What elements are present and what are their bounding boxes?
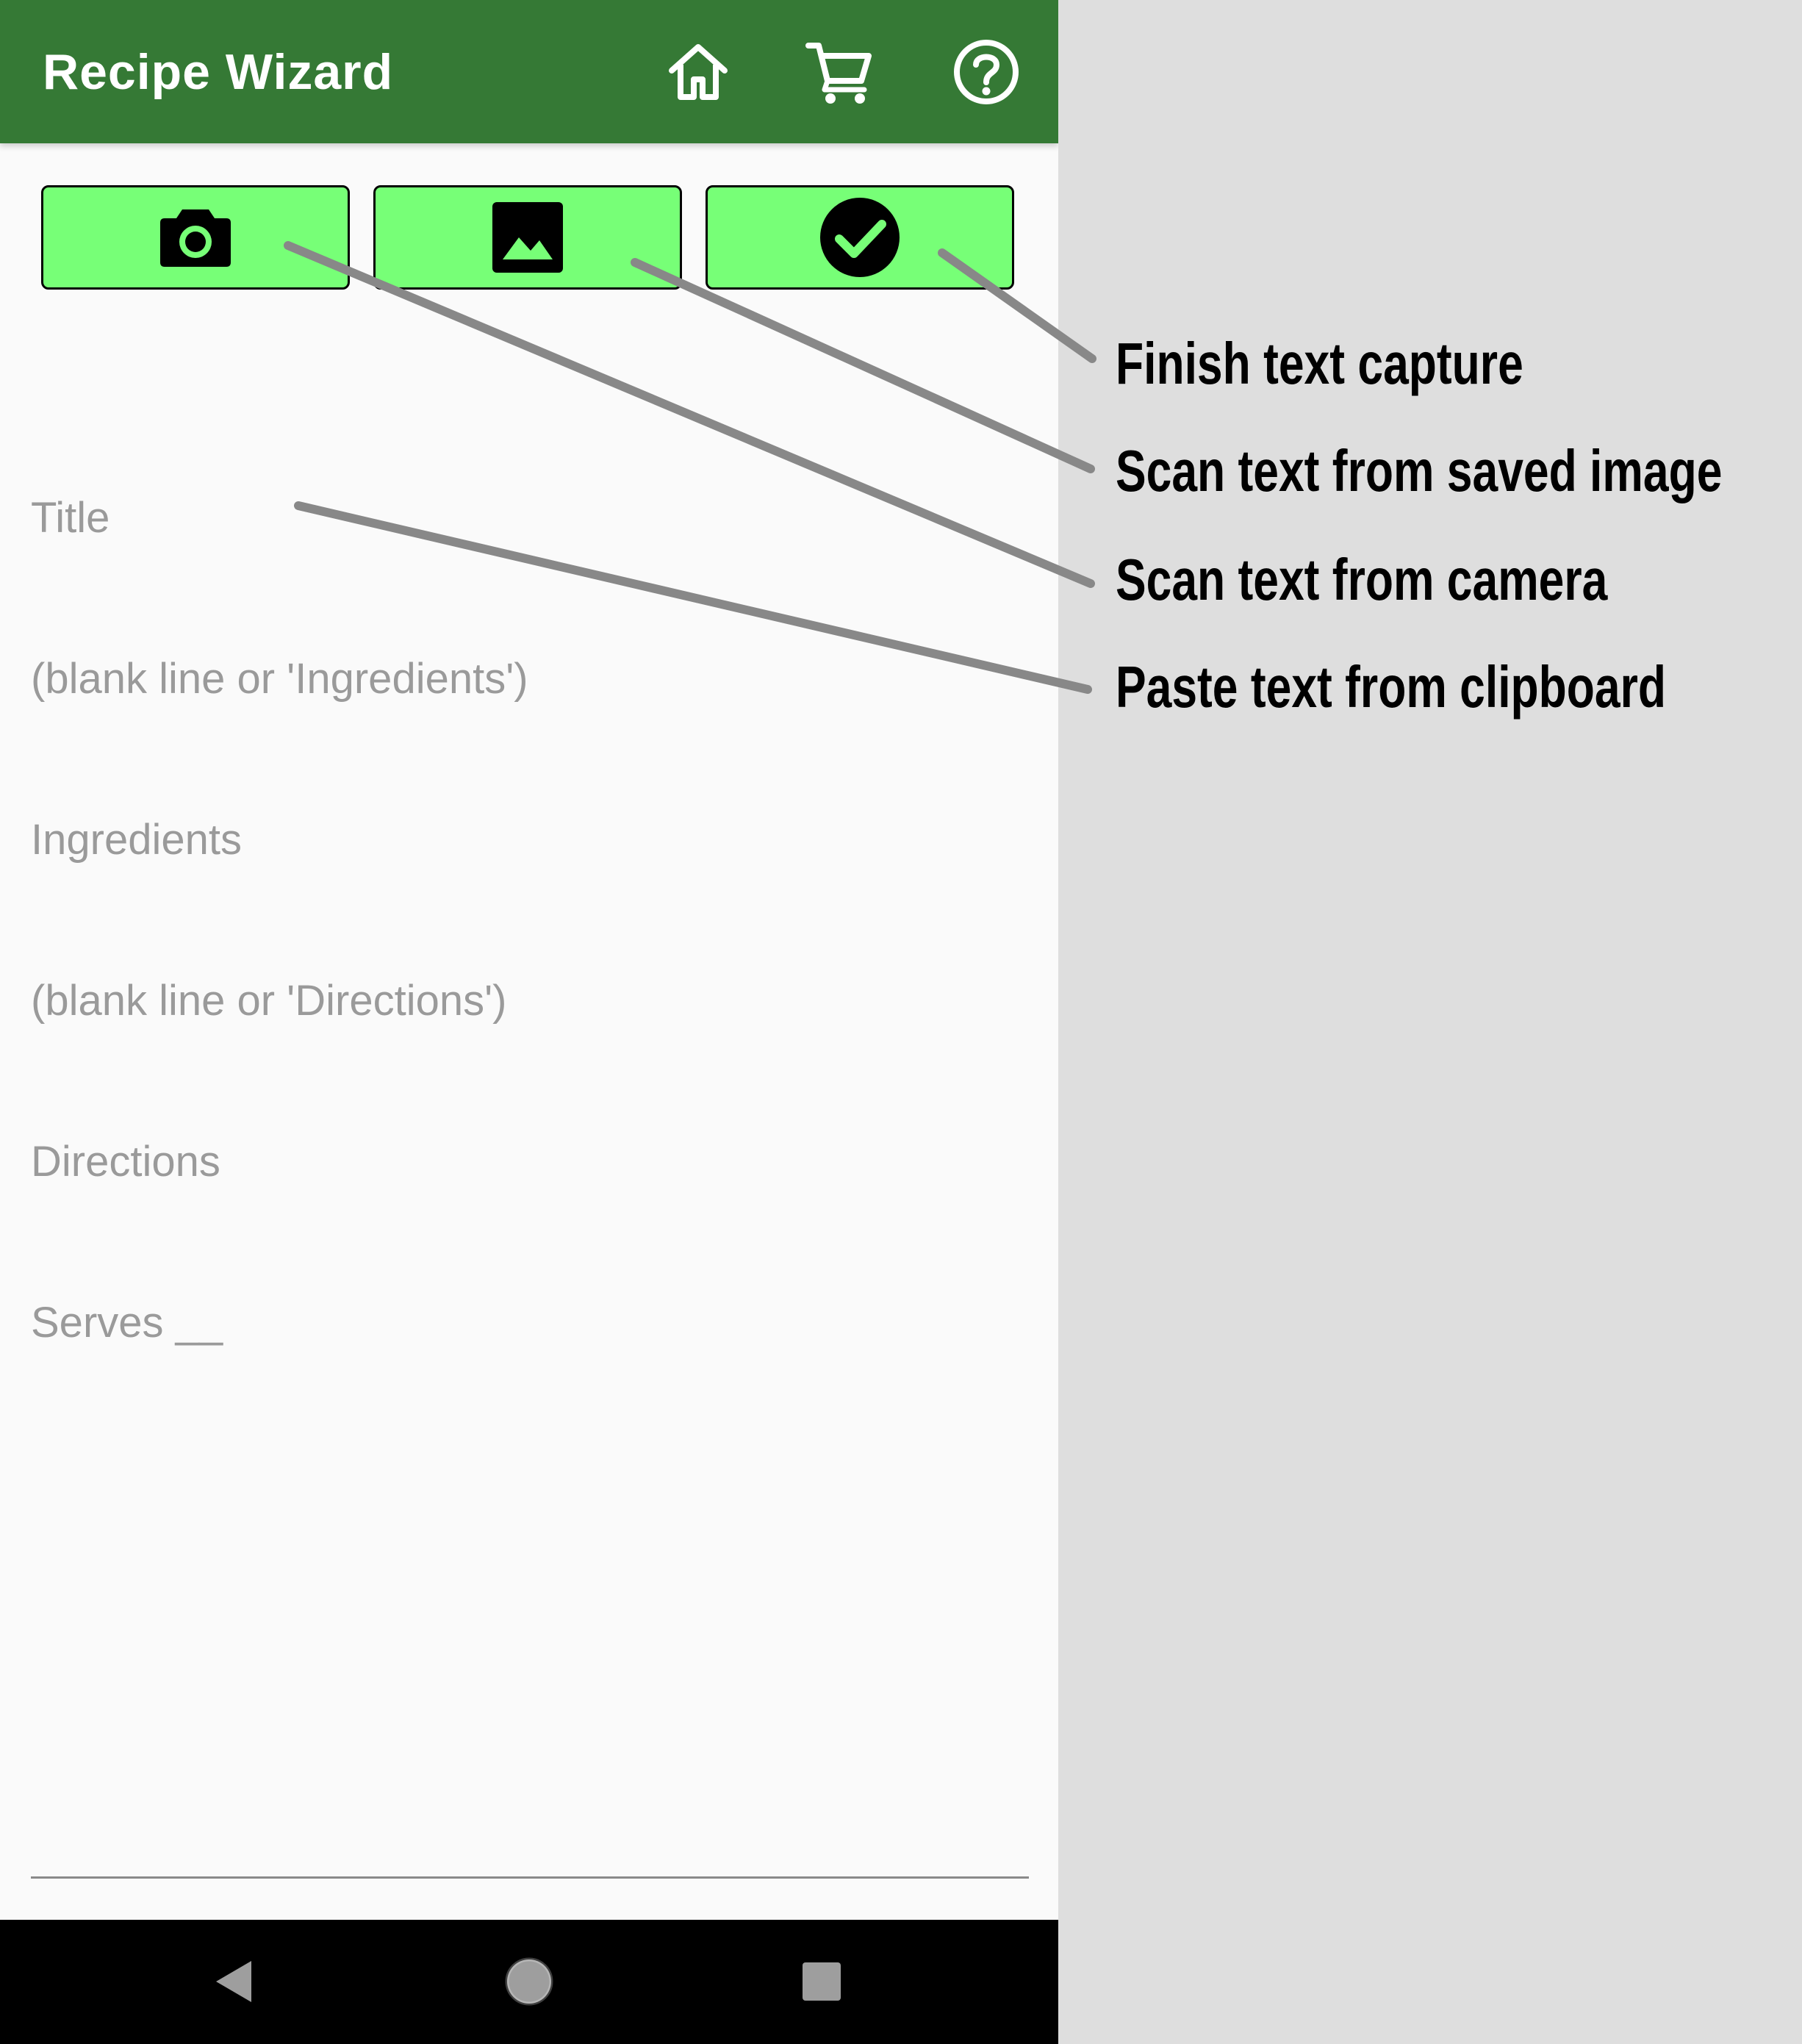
- shopping-cart-button[interactable]: [803, 35, 876, 109]
- scan-camera-button[interactable]: [41, 185, 350, 290]
- callout-paste-clipboard: Paste text from clipboard: [1116, 654, 1666, 720]
- app-bar: Recipe Wizard: [0, 0, 1058, 143]
- hint-line-title: Title: [31, 494, 110, 542]
- hint-line-directions: Directions: [31, 1138, 220, 1186]
- image-icon: [492, 202, 563, 273]
- callout-scan-camera: Scan text from camera: [1116, 547, 1608, 612]
- system-nav-bar: [0, 1920, 1058, 2044]
- phone-screen: Recipe Wizard Title (blank line or 'Ingr…: [0, 0, 1058, 2044]
- text-field-underline: [31, 1876, 1029, 1879]
- nav-home-button[interactable]: [492, 1945, 566, 2018]
- nav-recents-button[interactable]: [785, 1945, 858, 2018]
- hint-line-blank-directions: (blank line or 'Directions'): [31, 977, 507, 1025]
- hint-line-ingredients: Ingredients: [31, 816, 242, 864]
- nav-back-button[interactable]: [198, 1945, 272, 2018]
- callout-finish-capture: Finish text capture: [1116, 331, 1523, 396]
- hint-line-blank-ingredients: (blank line or 'Ingredients'): [31, 655, 528, 703]
- scan-image-button[interactable]: [373, 185, 682, 290]
- check-circle-icon: [820, 198, 900, 277]
- recents-icon: [803, 1962, 841, 2001]
- callout-scan-saved-image: Scan text from saved image: [1116, 438, 1723, 503]
- finish-capture-button[interactable]: [706, 185, 1014, 290]
- home-circle-icon: [505, 1957, 553, 2006]
- help-button[interactable]: [950, 35, 1023, 109]
- recipe-text-field[interactable]: Title (blank line or 'Ingredients') Ingr…: [31, 384, 1045, 1457]
- help-icon: [954, 40, 1019, 104]
- home-icon: [669, 44, 728, 100]
- hint-line-serves: Serves __: [31, 1299, 223, 1346]
- home-button[interactable]: [661, 35, 735, 109]
- app-title: Recipe Wizard: [43, 44, 394, 100]
- back-icon: [216, 1961, 251, 2002]
- camera-icon: [160, 209, 231, 267]
- cart-icon: [805, 43, 872, 104]
